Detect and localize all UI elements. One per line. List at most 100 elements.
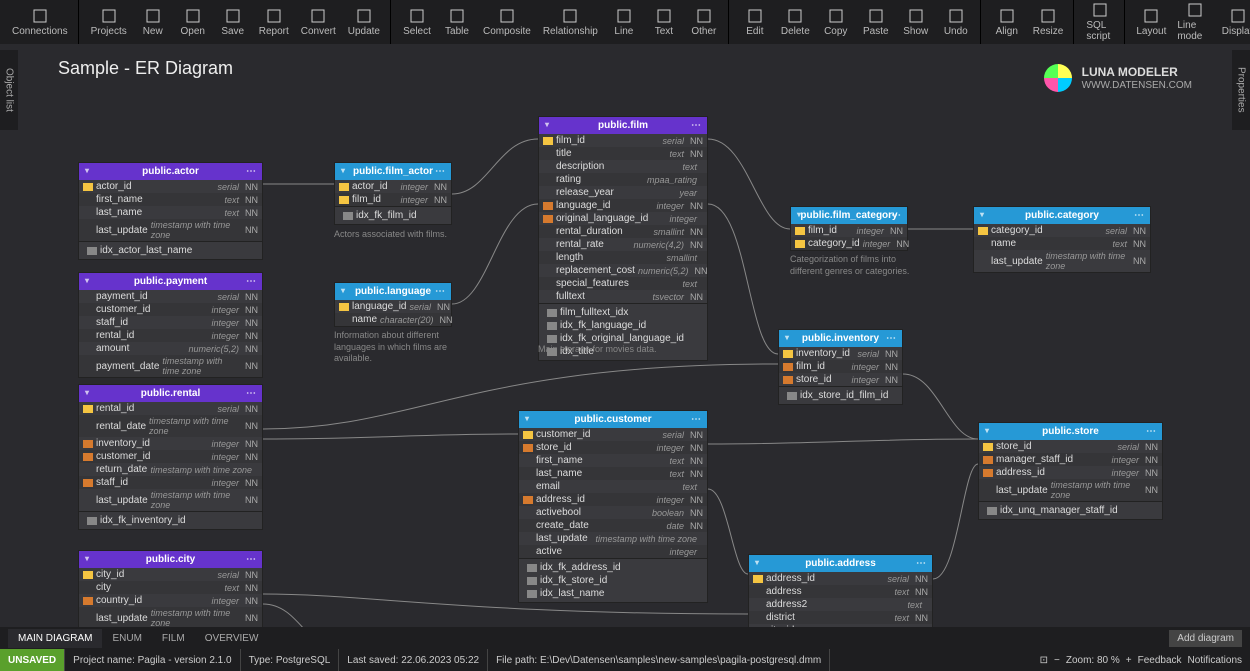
table-header[interactable]: ▾public.city⋯	[79, 551, 262, 568]
collapse-icon[interactable]: ▾	[525, 414, 529, 423]
collapse-icon[interactable]: ▾	[85, 276, 89, 285]
column-row[interactable]: address_idintegerNN	[979, 466, 1162, 479]
sql-script-button[interactable]: SQL script	[1080, 2, 1120, 42]
index-row[interactable]: idx_fk_film_id	[339, 209, 447, 222]
copy-button[interactable]: Copy	[816, 2, 856, 42]
column-row[interactable]: rental_durationsmallintNN	[539, 225, 707, 238]
table-menu-icon[interactable]: ⋯	[246, 554, 256, 565]
column-row[interactable]: staff_idintegerNN	[79, 316, 262, 329]
column-row[interactable]: lengthsmallint	[539, 251, 707, 264]
table-inventory[interactable]: ▾public.inventory⋯inventory_idserialNNfi…	[778, 329, 903, 405]
paste-button[interactable]: Paste	[856, 2, 896, 42]
column-row[interactable]: activeboolbooleanNN	[519, 506, 707, 519]
table-customer[interactable]: ▾public.customer⋯customer_idserialNNstor…	[518, 410, 708, 603]
index-row[interactable]: idx_last_name	[523, 587, 703, 600]
column-row[interactable]: release_yearyear	[539, 186, 707, 199]
zoom-in-icon[interactable]: +	[1126, 655, 1132, 666]
table-language[interactable]: ▾public.language⋯language_idserialNNname…	[334, 282, 452, 327]
table-address[interactable]: ▾public.address⋯address_idserialNNaddres…	[748, 554, 933, 627]
column-row[interactable]: last_updatetimestamp with time zoneNN	[79, 219, 262, 241]
collapse-icon[interactable]: ▾	[755, 558, 759, 567]
table-menu-icon[interactable]: ⋯	[435, 166, 445, 177]
zoom-out-icon[interactable]: −	[1054, 655, 1060, 666]
column-row[interactable]: emailtext	[519, 480, 707, 493]
column-row[interactable]: first_nametextNN	[79, 193, 262, 206]
index-row[interactable]: idx_fk_inventory_id	[83, 514, 258, 527]
column-row[interactable]: store_idintegerNN	[519, 441, 707, 454]
delete-button[interactable]: Delete	[775, 2, 816, 42]
column-row[interactable]: nametextNN	[974, 237, 1150, 250]
collapse-icon[interactable]: ▾	[85, 388, 89, 397]
column-row[interactable]: rental_datetimestamp with time zoneNN	[79, 415, 262, 437]
select-button[interactable]: Select	[397, 2, 437, 42]
column-row[interactable]: language_idintegerNN	[539, 199, 707, 212]
save-status[interactable]: UNSAVED	[0, 649, 65, 671]
index-row[interactable]: idx_unq_manager_staff_id	[983, 504, 1158, 517]
table-header[interactable]: ▾public.film_category⋯	[791, 207, 907, 224]
column-row[interactable]: manager_staff_idintegerNN	[979, 453, 1162, 466]
table-header[interactable]: ▾public.customer⋯	[519, 411, 707, 428]
composite-button[interactable]: Composite	[477, 2, 537, 42]
fit-icon[interactable]: ⊡	[1040, 655, 1048, 666]
status-feedback[interactable]: Feedback	[1138, 655, 1182, 666]
table-menu-icon[interactable]: ⋯	[1146, 426, 1156, 437]
column-row[interactable]: film_idintegerNN	[779, 360, 902, 373]
properties-tab[interactable]: Properties	[1232, 50, 1250, 130]
column-row[interactable]: return_datetimestamp with time zone	[79, 463, 262, 476]
show-button[interactable]: Show	[896, 2, 936, 42]
column-row[interactable]: last_updatetimestamp with time zoneNN	[979, 479, 1162, 501]
table-header[interactable]: ▾public.inventory⋯	[779, 330, 902, 347]
table-menu-icon[interactable]: ⋯	[246, 388, 256, 399]
column-row[interactable]: amountnumeric(5,2)NN	[79, 342, 262, 355]
column-row[interactable]: ratingmpaa_rating	[539, 173, 707, 186]
column-row[interactable]: descriptiontext	[539, 160, 707, 173]
table-header[interactable]: ▾public.film⋯	[539, 117, 707, 134]
column-row[interactable]: inventory_idserialNN	[779, 347, 902, 360]
status-notifications[interactable]: Notifications	[1188, 655, 1242, 666]
table-store[interactable]: ▾public.store⋯store_idserialNNmanager_st…	[978, 422, 1163, 520]
index-row[interactable]: idx_fk_store_id	[523, 574, 703, 587]
table-film_category[interactable]: ▾public.film_category⋯film_idintegerNNca…	[790, 206, 908, 251]
table-header[interactable]: ▾public.payment⋯	[79, 273, 262, 290]
column-row[interactable]: replacement_costnumeric(5,2)NN	[539, 264, 707, 277]
collapse-icon[interactable]: ▾	[797, 210, 801, 219]
column-row[interactable]: create_datedateNN	[519, 519, 707, 532]
index-row[interactable]: idx_fk_address_id	[523, 561, 703, 574]
column-row[interactable]: last_updatetimestamp with time zoneNN	[79, 489, 262, 511]
column-row[interactable]: city_idserialNN	[79, 568, 262, 581]
table-header[interactable]: ▾public.address⋯	[749, 555, 932, 572]
collapse-icon[interactable]: ▾	[985, 426, 989, 435]
column-row[interactable]: original_language_idinteger	[539, 212, 707, 225]
diagram-tab-overview[interactable]: OVERVIEW	[195, 629, 269, 648]
index-row[interactable]: idx_fk_language_id	[543, 319, 703, 332]
table-category[interactable]: ▾public.category⋯category_idserialNNname…	[973, 206, 1151, 273]
index-row[interactable]: idx_store_id_film_id	[783, 389, 898, 402]
column-row[interactable]: last_nametextNN	[519, 467, 707, 480]
column-row[interactable]: customer_idserialNN	[519, 428, 707, 441]
column-row[interactable]: payment_idserialNN	[79, 290, 262, 303]
other-button[interactable]: Other	[684, 2, 724, 42]
table-menu-icon[interactable]: ⋯	[891, 210, 901, 221]
diagram-tab-main-diagram[interactable]: MAIN DIAGRAM	[8, 629, 102, 648]
layout-button[interactable]: Layout	[1131, 2, 1171, 42]
column-row[interactable]: first_nametextNN	[519, 454, 707, 467]
collapse-icon[interactable]: ▾	[341, 286, 345, 295]
line-button[interactable]: Line	[604, 2, 644, 42]
column-row[interactable]: address_idserialNN	[749, 572, 932, 585]
column-row[interactable]: rental_ratenumeric(4,2)NN	[539, 238, 707, 251]
report-button[interactable]: Report	[253, 2, 295, 42]
column-row[interactable]: category_idserialNN	[974, 224, 1150, 237]
collapse-icon[interactable]: ▾	[980, 210, 984, 219]
add-diagram-button[interactable]: Add diagram	[1169, 630, 1242, 647]
column-row[interactable]: film_idintegerNN	[335, 193, 451, 206]
collapse-icon[interactable]: ▾	[85, 166, 89, 175]
relationship-button[interactable]: Relationship	[537, 2, 604, 42]
resize-button[interactable]: Resize	[1027, 2, 1070, 42]
table-film_actor[interactable]: ▾public.film_actor⋯actor_idintegerNNfilm…	[334, 162, 452, 225]
table-header[interactable]: ▾public.store⋯	[979, 423, 1162, 440]
table-header[interactable]: ▾public.actor⋯	[79, 163, 262, 180]
new-button[interactable]: New	[133, 2, 173, 42]
table-menu-icon[interactable]: ⋯	[246, 166, 256, 177]
collapse-icon[interactable]: ▾	[785, 333, 789, 342]
column-row[interactable]: payment_datetimestamp with time zoneNN	[79, 355, 262, 377]
